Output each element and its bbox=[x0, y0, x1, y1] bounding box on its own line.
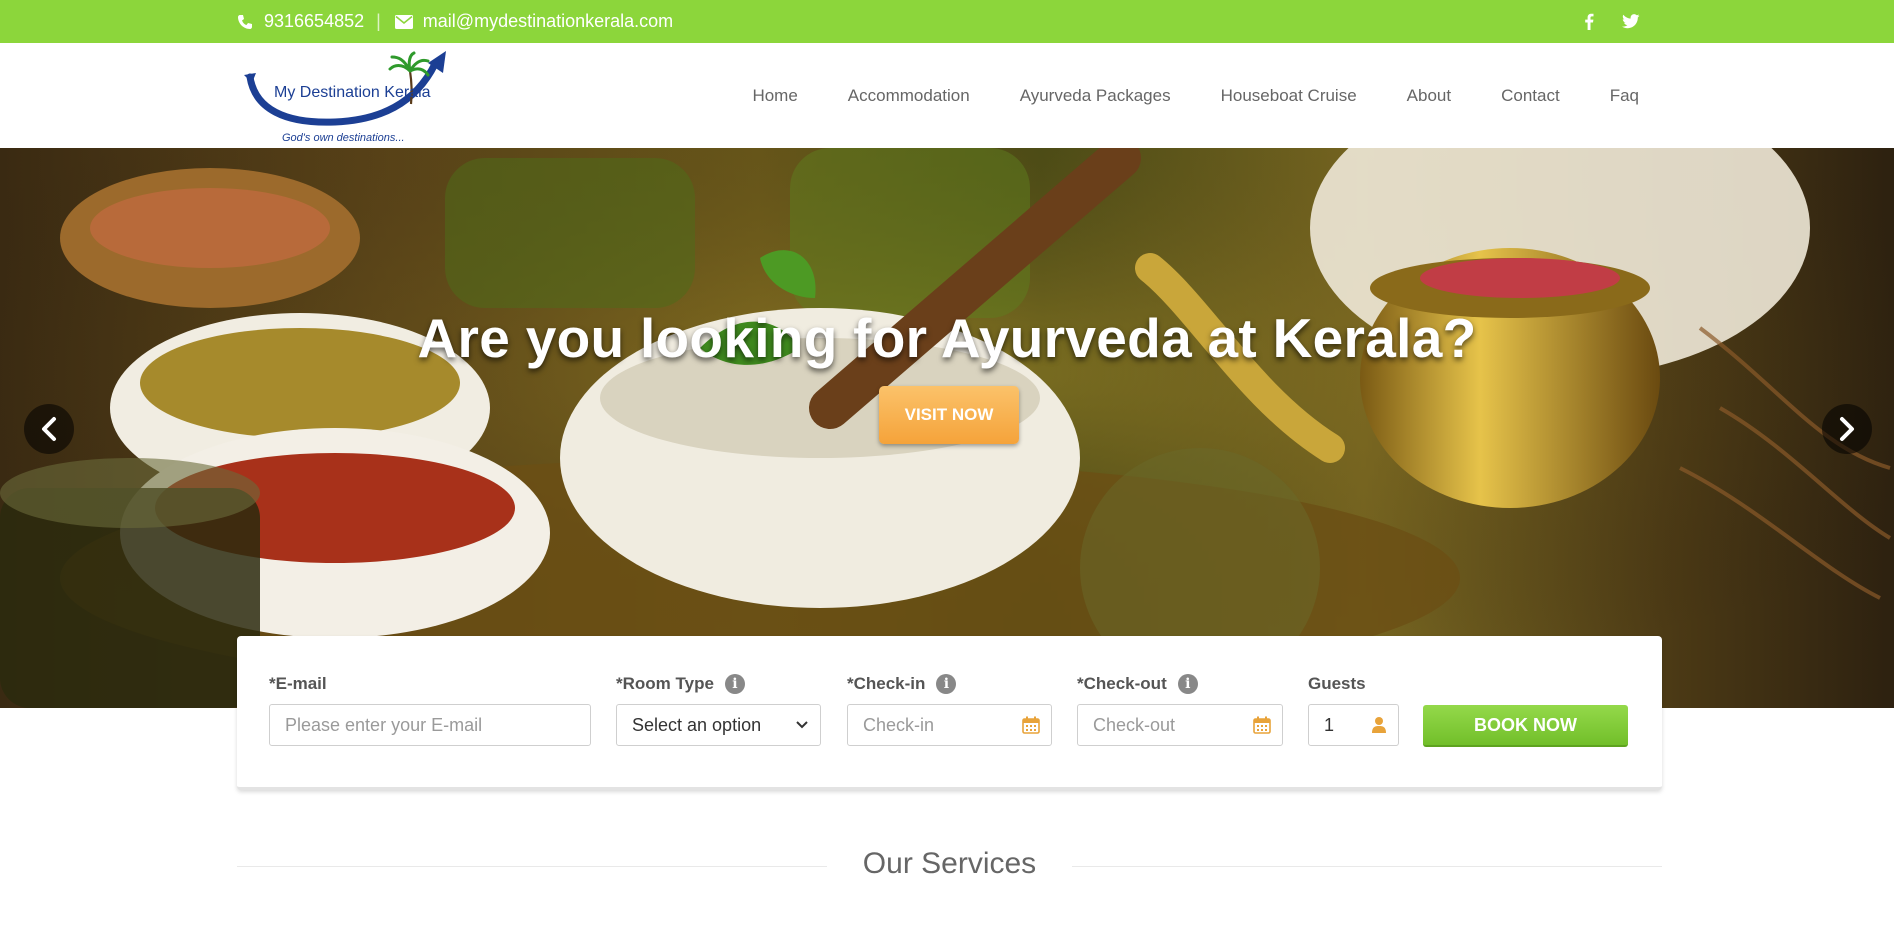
nav-contact[interactable]: Contact bbox=[1476, 86, 1585, 106]
checkin-label: *Check-in i bbox=[847, 674, 957, 694]
calendar-icon[interactable] bbox=[1253, 716, 1271, 734]
checkout-label-text: *Check-out bbox=[1077, 674, 1167, 693]
email-address[interactable]: mail@mydestinationkerala.com bbox=[423, 11, 673, 32]
nav-ayurveda-packages[interactable]: Ayurveda Packages bbox=[995, 86, 1196, 106]
chevron-right-icon bbox=[1840, 417, 1854, 441]
info-icon[interactable]: i bbox=[724, 674, 745, 694]
services-section-header: Our Services bbox=[237, 845, 1662, 885]
main-nav: Home Accommodation Ayurveda Packages Hou… bbox=[727, 43, 1639, 148]
user-icon bbox=[1372, 717, 1386, 733]
room-type-label-text: *Room Type bbox=[616, 674, 714, 693]
envelope-icon bbox=[394, 13, 413, 31]
checkout-placeholder: Check-out bbox=[1093, 714, 1176, 735]
twitter-icon[interactable] bbox=[1622, 13, 1640, 31]
phone-icon bbox=[236, 13, 254, 31]
slider-prev-button[interactable] bbox=[24, 404, 74, 454]
email-placeholder: Please enter your E-mail bbox=[285, 714, 483, 735]
guests-value: 1 bbox=[1324, 714, 1335, 735]
contact-separator: | bbox=[376, 11, 381, 31]
book-now-button[interactable]: BOOK NOW bbox=[1423, 705, 1628, 747]
site-header: My Destination Kerala God's own destinat… bbox=[0, 43, 1894, 148]
room-type-label: *Room Type i bbox=[616, 674, 745, 694]
visit-now-button[interactable]: VISIT NOW bbox=[879, 386, 1019, 444]
guests-field[interactable]: 1 bbox=[1308, 704, 1399, 746]
checkin-placeholder: Check-in bbox=[863, 714, 935, 735]
facebook-icon[interactable] bbox=[1580, 13, 1598, 31]
nav-home[interactable]: Home bbox=[727, 86, 822, 106]
nav-faq[interactable]: Faq bbox=[1585, 86, 1639, 106]
logo-text: My Destination Kerala bbox=[274, 84, 431, 101]
logo-tagline: God's own destinations... bbox=[282, 132, 405, 144]
info-icon[interactable]: i bbox=[936, 674, 957, 694]
info-icon[interactable]: i bbox=[1177, 674, 1198, 694]
nav-accommodation[interactable]: Accommodation bbox=[823, 86, 995, 106]
top-contact: 9316654852 | mail@mydestinationkerala.co… bbox=[236, 0, 673, 43]
email-label-text: *E-mail bbox=[269, 674, 327, 693]
checkin-label-text: *Check-in bbox=[847, 674, 926, 693]
site-logo[interactable]: My Destination Kerala God's own destinat… bbox=[240, 49, 476, 145]
guests-label: Guests bbox=[1308, 674, 1366, 694]
services-title: Our Services bbox=[862, 847, 1037, 880]
slider-next-button[interactable] bbox=[1822, 404, 1872, 454]
booking-form: *E-mail Please enter your E-mail *Room T… bbox=[237, 636, 1662, 790]
guests-label-text: Guests bbox=[1308, 674, 1366, 693]
room-type-value: Select an option bbox=[632, 714, 762, 735]
room-type-select[interactable]: Select an option bbox=[616, 704, 821, 746]
phone-number[interactable]: 9316654852 bbox=[264, 11, 364, 32]
checkout-field[interactable]: Check-out bbox=[1077, 704, 1283, 746]
nav-about[interactable]: About bbox=[1382, 86, 1476, 106]
hero-slider: Are you looking for Ayurveda at Kerala? … bbox=[0, 148, 1894, 708]
social-links bbox=[1580, 0, 1640, 43]
checkin-field[interactable]: Check-in bbox=[847, 704, 1052, 746]
nav-houseboat-cruise[interactable]: Houseboat Cruise bbox=[1196, 86, 1382, 106]
checkout-label: *Check-out i bbox=[1077, 674, 1198, 694]
email-label: *E-mail bbox=[269, 674, 327, 694]
top-bar: 9316654852 | mail@mydestinationkerala.co… bbox=[0, 0, 1894, 43]
hero-title: Are you looking for Ayurveda at Kerala? bbox=[417, 307, 1477, 369]
email-field[interactable]: Please enter your E-mail bbox=[269, 704, 591, 746]
calendar-icon[interactable] bbox=[1022, 716, 1040, 734]
chevron-down-icon bbox=[796, 721, 808, 729]
chevron-left-icon bbox=[42, 417, 56, 441]
